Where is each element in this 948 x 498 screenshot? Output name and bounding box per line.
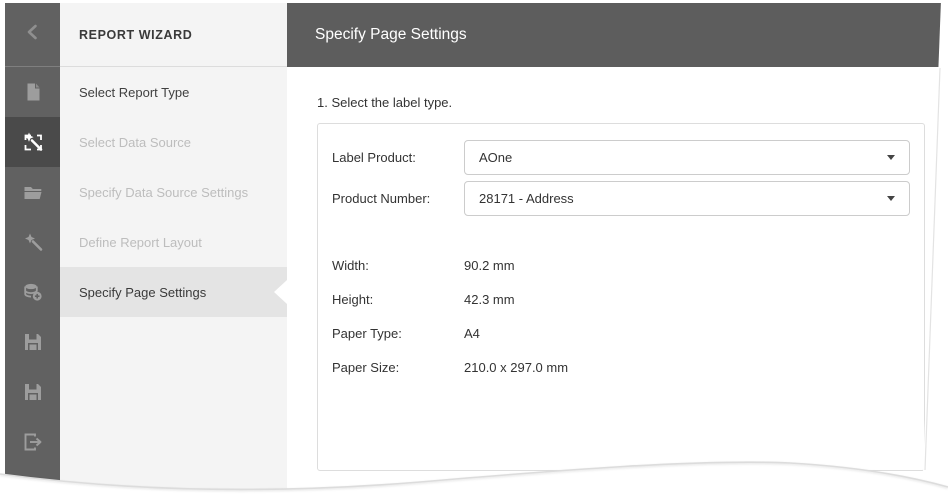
form-row-label-product: Label Product: AOne xyxy=(332,140,910,175)
detail-label: Paper Size: xyxy=(332,360,464,375)
magic-wand-icon xyxy=(21,230,45,254)
step-label: Select Report Type xyxy=(79,85,189,100)
chevron-left-icon xyxy=(22,21,44,48)
detail-label: Height: xyxy=(332,292,464,307)
form-row-product-number: Product Number: 28171 - Address xyxy=(332,181,910,216)
detail-value: 42.3 mm xyxy=(464,292,515,307)
chevron-down-icon xyxy=(887,196,895,201)
save-icon xyxy=(21,330,45,354)
exit-icon xyxy=(21,430,45,454)
wizard-nav-title: REPORT WIZARD xyxy=(60,3,287,67)
save-as-icon xyxy=(21,380,45,404)
step-label: Select Data Source xyxy=(79,135,191,150)
step-specify-page-settings[interactable]: Specify Page Settings xyxy=(60,267,287,317)
dropdown-value: AOne xyxy=(479,150,512,165)
sidebar xyxy=(5,3,60,495)
sidebar-item-add-data-source[interactable] xyxy=(5,267,60,317)
detail-label: Paper Type: xyxy=(332,326,464,341)
page-title: Specify Page Settings xyxy=(315,26,467,44)
back-button[interactable] xyxy=(5,3,60,67)
detail-row-paper-size: Paper Size: 210.0 x 297.0 mm xyxy=(332,350,910,384)
wizard-page-icon xyxy=(21,130,45,154)
main-panel: Specify Page Settings 1. Select the labe… xyxy=(287,3,941,495)
chevron-down-icon xyxy=(887,155,895,160)
detail-value: A4 xyxy=(464,326,480,341)
sidebar-item-open-report[interactable] xyxy=(5,167,60,217)
instruction-text: 1. Select the label type. xyxy=(317,95,941,110)
label-type-panel: Label Product: AOne Product Number: 2817… xyxy=(317,123,925,471)
step-specify-data-source-settings: Specify Data Source Settings xyxy=(60,167,287,217)
sidebar-item-design-in-wizard[interactable] xyxy=(5,217,60,267)
step-define-report-layout: Define Report Layout xyxy=(60,217,287,267)
sidebar-item-save[interactable] xyxy=(5,317,60,367)
detail-row-paper-type: Paper Type: A4 xyxy=(332,316,910,350)
step-select-data-source: Select Data Source xyxy=(60,117,287,167)
sidebar-item-new-report[interactable] xyxy=(5,67,60,117)
field-label: Product Number: xyxy=(332,191,464,206)
sidebar-item-save-as[interactable] xyxy=(5,367,60,417)
detail-row-height: Height: 42.3 mm xyxy=(332,282,910,316)
folder-open-icon xyxy=(21,180,45,204)
database-add-icon xyxy=(21,280,45,304)
current-step-arrow xyxy=(274,280,287,304)
label-details: Width: 90.2 mm Height: 42.3 mm Paper Typ… xyxy=(332,248,910,384)
dropdown-value: 28171 - Address xyxy=(479,191,574,206)
page-header: Specify Page Settings xyxy=(287,3,941,67)
step-select-report-type[interactable]: Select Report Type xyxy=(60,67,287,117)
step-label: Specify Data Source Settings xyxy=(79,185,248,200)
step-label: Specify Page Settings xyxy=(79,285,206,300)
step-label: Define Report Layout xyxy=(79,235,202,250)
detail-label: Width: xyxy=(332,258,464,273)
sidebar-item-exit[interactable] xyxy=(5,417,60,467)
detail-value: 210.0 x 297.0 mm xyxy=(464,360,568,375)
sidebar-item-new-via-wizard[interactable] xyxy=(5,117,60,167)
field-label: Label Product: xyxy=(332,150,464,165)
page-body: 1. Select the label type. Label Product:… xyxy=(287,67,941,471)
wizard-step-nav: REPORT WIZARD Select Report Type Select … xyxy=(60,3,287,495)
label-product-dropdown[interactable]: AOne xyxy=(464,140,910,175)
detail-row-width: Width: 90.2 mm xyxy=(332,248,910,282)
detail-value: 90.2 mm xyxy=(464,258,515,273)
report-wizard-window: REPORT WIZARD Select Report Type Select … xyxy=(5,3,941,495)
document-icon xyxy=(22,81,44,103)
product-number-dropdown[interactable]: 28171 - Address xyxy=(464,181,910,216)
